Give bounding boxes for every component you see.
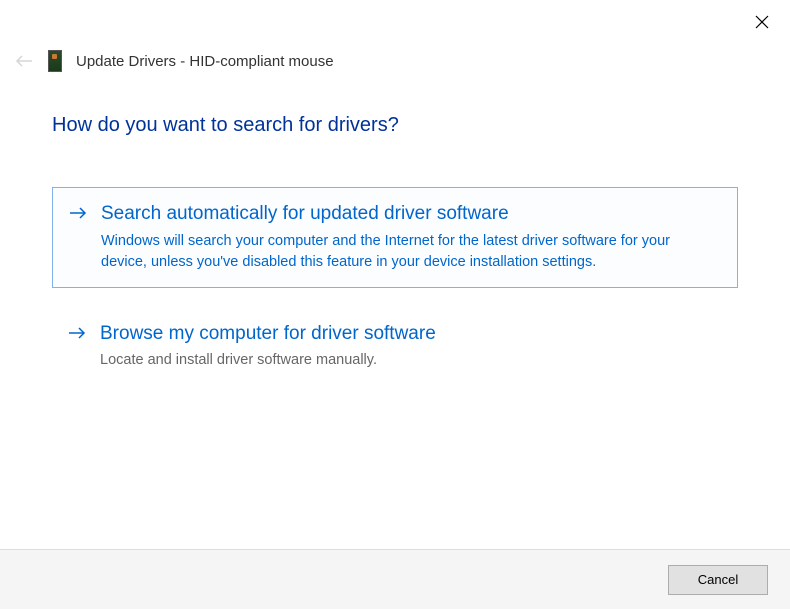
footer: Cancel bbox=[0, 549, 790, 609]
window-title: Update Drivers - HID-compliant mouse bbox=[76, 53, 334, 70]
option-body: Browse my computer for driver software L… bbox=[100, 322, 720, 372]
cancel-button[interactable]: Cancel bbox=[668, 565, 768, 595]
driver-icon bbox=[48, 50, 62, 72]
close-button[interactable] bbox=[752, 12, 772, 32]
arrow-right-icon bbox=[68, 326, 86, 345]
option-browse-computer[interactable]: Browse my computer for driver software L… bbox=[52, 308, 738, 386]
option-search-auto[interactable]: Search automatically for updated driver … bbox=[52, 187, 738, 288]
header: Update Drivers - HID-compliant mouse bbox=[14, 50, 334, 72]
option-title: Browse my computer for driver software bbox=[100, 322, 720, 347]
page-heading: How do you want to search for drivers? bbox=[52, 114, 738, 137]
option-description: Locate and install driver software manua… bbox=[100, 350, 720, 371]
close-icon bbox=[755, 15, 769, 29]
arrow-left-icon bbox=[15, 54, 33, 68]
option-description: Windows will search your computer and th… bbox=[101, 231, 719, 273]
option-title: Search automatically for updated driver … bbox=[101, 202, 719, 227]
back-button bbox=[14, 51, 34, 71]
option-body: Search automatically for updated driver … bbox=[101, 202, 719, 273]
arrow-right-icon bbox=[69, 206, 87, 225]
content-area: How do you want to search for drivers? S… bbox=[52, 114, 738, 405]
